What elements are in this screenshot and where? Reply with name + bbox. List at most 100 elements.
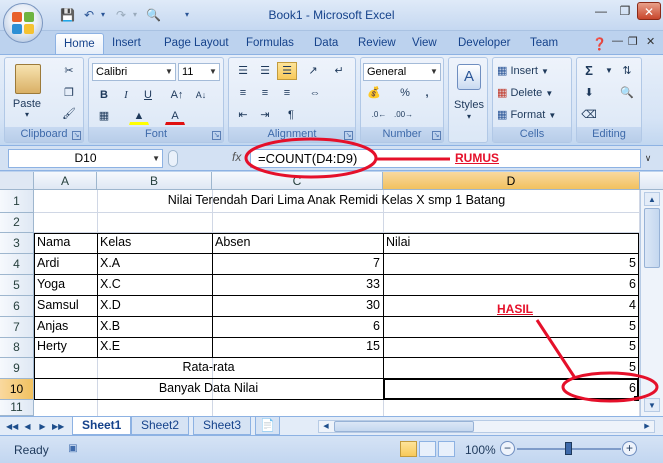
restore-button[interactable]: ❐	[614, 2, 636, 20]
column-header-a[interactable]: A	[34, 172, 97, 190]
scroll-left-icon[interactable]: ◀	[320, 421, 332, 432]
doc-close-icon[interactable]: ✕	[646, 35, 655, 48]
row-header[interactable]: 9	[0, 358, 34, 379]
doc-restore-icon[interactable]: ❐	[628, 35, 638, 48]
cell-absen[interactable]: 30	[212, 298, 383, 312]
cell-nilai[interactable]: 6	[383, 277, 639, 291]
styles-button[interactable]: Styles	[449, 99, 489, 111]
cell-absen[interactable]: 7	[212, 256, 383, 270]
scroll-right-icon[interactable]: ▶	[641, 421, 653, 432]
clear-icon[interactable]: ⌫	[579, 106, 599, 124]
horizontal-scrollbar[interactable]: ◀ ▶	[318, 420, 655, 433]
insert-sheet-icon[interactable]: 📄	[255, 417, 280, 435]
wrap-text-icon[interactable]: ↵	[329, 62, 349, 80]
row-header[interactable]: 4	[0, 254, 34, 275]
tab-team[interactable]: Team	[522, 33, 566, 54]
font-launcher-icon[interactable]: ↘	[212, 131, 221, 140]
formula-input[interactable]: =COUNT(D4:D9)	[250, 149, 641, 168]
styles-icon[interactable]: A	[457, 64, 481, 90]
row-header[interactable]: 6	[0, 296, 34, 317]
align-bottom-icon[interactable]: ☰	[277, 62, 297, 80]
fill-color-icon[interactable]: ▲	[129, 107, 149, 125]
delete-cells-button[interactable]: ▦ Delete ▼	[497, 86, 553, 99]
cut-icon[interactable]: ✂	[59, 62, 79, 80]
row-header[interactable]: 8	[0, 338, 34, 358]
cell-kelas[interactable]: X.C	[97, 277, 124, 291]
page-break-view-icon[interactable]	[438, 441, 455, 457]
shrink-font-icon[interactable]: A↓	[191, 86, 211, 104]
copy-icon[interactable]: ❐	[59, 84, 79, 102]
styles-dropdown-icon[interactable]: ▾	[449, 112, 489, 121]
align-right-icon[interactable]: ≡	[277, 84, 297, 102]
cell-nilai[interactable]: 5	[383, 339, 639, 353]
align-center-icon[interactable]: ≡	[255, 84, 275, 102]
row-header[interactable]: 5	[0, 275, 34, 296]
expand-formula-bar-icon[interactable]: ∨	[641, 149, 655, 168]
banyak-data-label[interactable]: Banyak Data Nilai	[34, 381, 383, 395]
paste-icon[interactable]	[15, 64, 41, 94]
name-box[interactable]: D10 ▼	[8, 149, 163, 168]
horizontal-scroll-thumb[interactable]	[334, 421, 474, 432]
normal-view-icon[interactable]	[400, 441, 417, 457]
zoom-out-icon[interactable]: −	[500, 441, 515, 456]
cell-kelas[interactable]: X.E	[97, 339, 123, 353]
zoom-in-icon[interactable]: +	[622, 441, 637, 456]
column-header-d[interactable]: D	[383, 172, 640, 190]
minimize-button[interactable]: —	[590, 2, 612, 20]
cell-nilai[interactable]: 5	[383, 256, 639, 270]
cell-kelas[interactable]: X.A	[97, 256, 123, 270]
underline-icon[interactable]: U	[138, 86, 158, 104]
help-icon[interactable]: ❓	[592, 37, 607, 51]
row-header[interactable]: 7	[0, 317, 34, 338]
increase-decimal-icon[interactable]: .0←	[369, 106, 389, 124]
rata-rata-label[interactable]: Rata-rata	[34, 360, 383, 374]
cell-nama[interactable]: Ardi	[34, 256, 62, 270]
cell-kelas[interactable]: X.D	[97, 298, 124, 312]
align-middle-icon[interactable]: ☰	[255, 62, 275, 80]
paste-button[interactable]: Paste	[7, 98, 47, 110]
scroll-up-icon[interactable]: ▲	[644, 192, 660, 206]
banyak-data-value[interactable]: 6	[383, 381, 639, 395]
header-nama[interactable]: Nama	[34, 235, 73, 249]
sort-filter-icon[interactable]: ⇅	[617, 62, 637, 80]
insert-cells-button[interactable]: ▦ Insert ▼	[497, 64, 549, 77]
font-size-select[interactable]: 11 ▼	[178, 63, 220, 81]
cell-nama[interactable]: Anjas	[34, 319, 71, 333]
cell-kelas[interactable]: X.B	[97, 319, 123, 333]
column-header-b[interactable]: B	[97, 172, 212, 190]
next-sheet-icon[interactable]: ▶	[37, 420, 48, 433]
decrease-indent-icon[interactable]: ⇤	[233, 106, 253, 124]
format-cells-button[interactable]: ▦ Format ▼	[497, 108, 556, 121]
cell-absen[interactable]: 15	[212, 339, 383, 353]
increase-indent-icon[interactable]: ⇥	[255, 106, 275, 124]
worksheet-grid[interactable]: A B C D 1 2 3 4 5 6 7 8 9 10 11 Nilai Te…	[0, 172, 663, 416]
number-format-select[interactable]: General ▼	[363, 63, 441, 81]
prev-sheet-icon[interactable]: ◀	[22, 420, 33, 433]
fill-handle[interactable]	[634, 396, 639, 401]
office-button[interactable]	[3, 3, 43, 43]
macro-record-icon[interactable]: ▣	[66, 442, 80, 456]
header-absen[interactable]: Absen	[212, 235, 253, 249]
vertical-scrollbar[interactable]: ▲ ▼	[640, 190, 663, 416]
tab-developer[interactable]: Developer	[450, 33, 518, 54]
row-header[interactable]: 11	[0, 400, 34, 416]
tab-formulas[interactable]: Formulas	[238, 33, 302, 54]
orientation-icon[interactable]: ↗	[303, 62, 323, 80]
grow-font-icon[interactable]: A↑	[167, 86, 187, 104]
cell-nama[interactable]: Samsul	[34, 298, 82, 312]
font-name-select[interactable]: Calibri ▼	[92, 63, 176, 81]
autosum-icon[interactable]: Σ	[579, 62, 599, 80]
doc-minimize-icon[interactable]: —	[612, 35, 623, 47]
insert-function-button[interactable]: fx	[232, 150, 241, 164]
decrease-decimal-icon[interactable]: .00→	[393, 106, 413, 124]
autosum-dropdown-icon[interactable]: ▼	[599, 62, 619, 80]
vertical-scrollbar-top[interactable]	[640, 172, 663, 190]
sheet-title-cell[interactable]: Nilai Terendah Dari Lima Anak Remidi Kel…	[34, 193, 639, 207]
row-header[interactable]: 10	[0, 379, 34, 400]
column-header-c[interactable]: C	[212, 172, 383, 190]
find-select-icon[interactable]: 🔍	[617, 84, 637, 102]
borders-icon[interactable]: ▦	[94, 107, 114, 125]
sheet-tab-sheet2[interactable]: Sheet2	[131, 417, 190, 435]
align-top-icon[interactable]: ☰	[233, 62, 253, 80]
close-button[interactable]: ✕	[637, 2, 661, 20]
